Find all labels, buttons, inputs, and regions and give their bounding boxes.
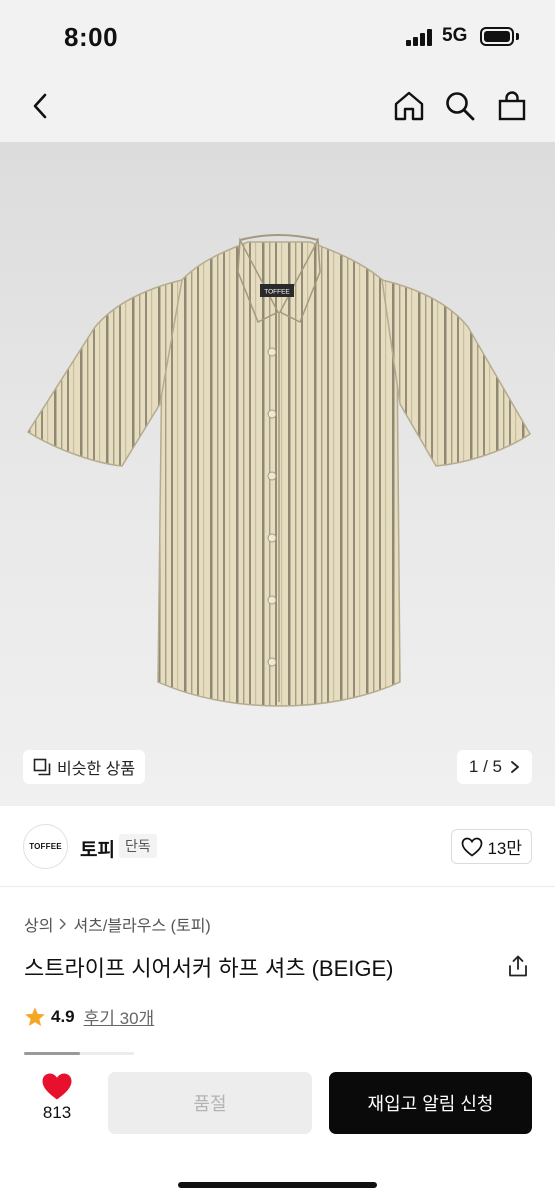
rating-row: 4.9 후기 30개 <box>24 1004 154 1029</box>
chevron-right-icon <box>60 918 67 930</box>
home-indicator <box>178 1182 377 1188</box>
similar-products-label: 비슷한 상품 <box>57 761 136 778</box>
brand-logo-text: TOFFEE <box>29 842 62 851</box>
back-button[interactable] <box>18 84 62 128</box>
rating-value: 4.9 <box>51 1006 75 1026</box>
share-button[interactable] <box>503 951 533 981</box>
status-bar: 8:00 5G <box>0 0 555 72</box>
review-link[interactable]: 후기 30개 <box>84 1004 155 1029</box>
network-type: 5G <box>442 25 468 46</box>
restock-alert-button[interactable]: 재입고 알림 신청 <box>329 1072 532 1134</box>
search-icon <box>446 92 475 121</box>
heart-filled-icon <box>42 1073 72 1100</box>
chevron-right-icon <box>511 761 519 773</box>
star-icon <box>25 1006 45 1026</box>
battery-icon <box>480 27 514 46</box>
image-pager[interactable]: 1 / 5 <box>456 750 532 784</box>
page-indicator: 1 / 5 <box>468 757 502 776</box>
search-button[interactable] <box>438 84 482 128</box>
brand-logo[interactable]: TOFFEE <box>23 824 68 869</box>
breadcrumb-item[interactable]: 셔츠/블라우스 (토피) <box>73 912 210 936</box>
share-icon <box>509 955 527 977</box>
brand-like-button[interactable]: 13만 <box>451 829 532 864</box>
similar-products-button[interactable]: 비슷한 상품 <box>23 750 146 784</box>
brand-row: TOFFEE 토피 단독 13만 <box>0 806 555 887</box>
exclusive-badge: 단독 <box>119 834 157 858</box>
home-button[interactable] <box>387 84 431 128</box>
cart-button[interactable] <box>490 84 534 128</box>
shirt-label-text: TOFFEE <box>264 289 290 296</box>
heart-outline-icon <box>462 837 483 857</box>
product-title: 스트라이프 시어서커 하프 셔츠 (BEIGE) <box>24 956 394 981</box>
brand-like-count: 13만 <box>487 839 522 858</box>
tab-strip-active <box>24 1052 80 1055</box>
shirt-illustration: TOFFEE <box>26 234 532 707</box>
sold-out-button: 품절 <box>108 1072 312 1134</box>
breadcrumb: 상의 셔츠/블라우스 (토피) <box>24 912 211 936</box>
wishlist-count: 813 <box>42 1103 72 1122</box>
chevron-left-icon <box>33 93 47 119</box>
signal-icon <box>406 28 436 46</box>
battery-cap <box>516 33 519 40</box>
wishlist-button[interactable]: 813 <box>30 1072 84 1123</box>
shopping-bag-icon <box>498 91 526 121</box>
nav-bar <box>0 72 555 142</box>
product-image[interactable]: TOFFEE 비슷한 상품 1 / 5 <box>0 142 555 806</box>
breadcrumb-item[interactable]: 상의 <box>24 912 53 936</box>
status-time: 8:00 <box>64 22 119 52</box>
home-icon <box>394 91 424 121</box>
brand-name[interactable]: 토피 <box>80 835 115 862</box>
bottom-action-bar: 813 품절 재입고 알림 신청 <box>0 1058 555 1200</box>
copy-icon <box>33 758 51 776</box>
